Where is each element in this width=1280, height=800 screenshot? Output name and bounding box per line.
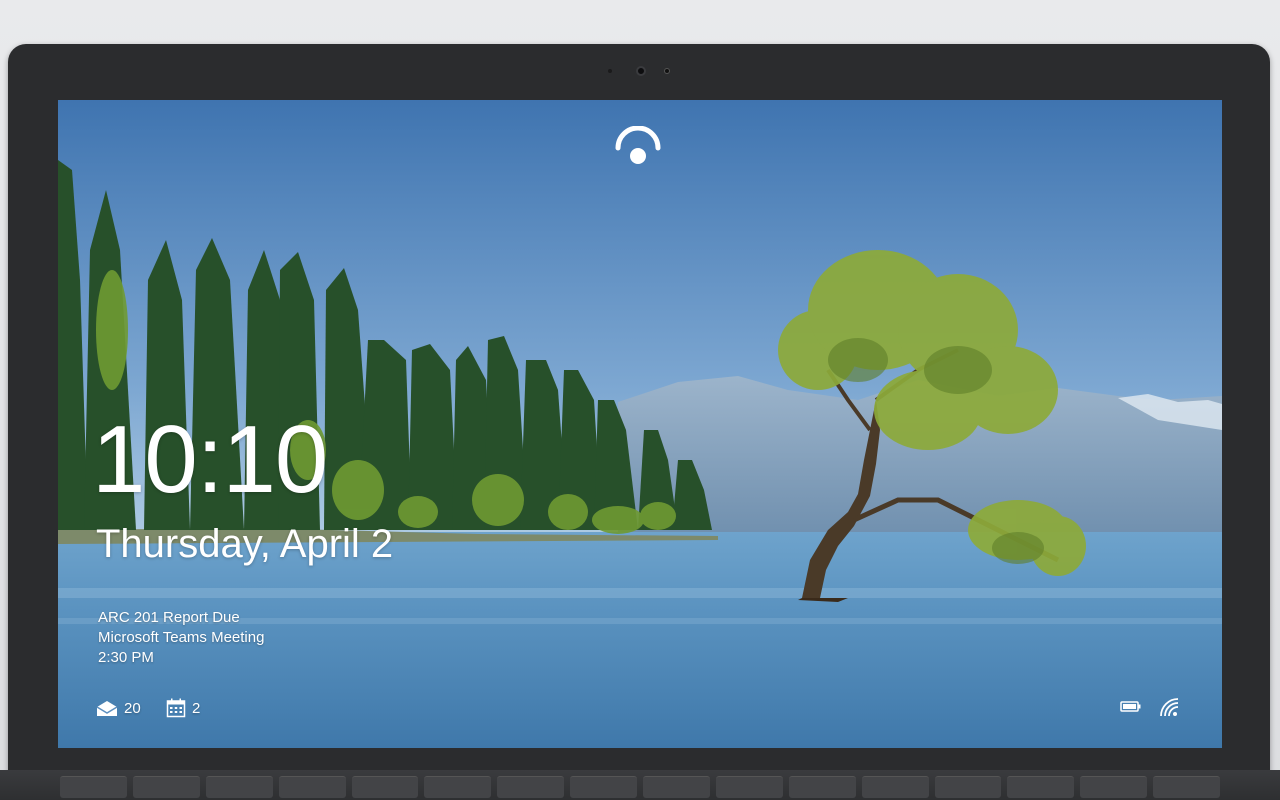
calendar-count: 2	[192, 699, 201, 717]
lock-screen[interactable]: 10:10 Thursday, April 2 ARC 201 Report D…	[58, 100, 1222, 748]
light-sensor	[608, 69, 612, 73]
webcam-bar	[600, 66, 690, 78]
calendar-icon	[166, 698, 186, 718]
event-time: 2:30 PM	[98, 649, 154, 666]
keyboard-strip	[0, 770, 1280, 800]
calendar-event: ARC 201 Report Due Microsoft Teams Meeti…	[98, 608, 264, 668]
event-title: ARC 201 Report Due	[98, 609, 240, 626]
function-key-row	[60, 776, 1220, 800]
mail-icon	[96, 701, 118, 716]
battery-icon[interactable]	[1120, 696, 1142, 716]
lock-screen-date: Thursday, April 2	[96, 522, 394, 566]
mail-count: 20	[124, 699, 141, 717]
ir-sensor	[664, 68, 670, 74]
event-location: Microsoft Teams Meeting	[98, 629, 265, 646]
calendar-notification: 2	[166, 696, 200, 720]
lock-screen-time: 10:10	[92, 406, 328, 513]
mail-notification: 20	[96, 696, 141, 720]
webcam-lens	[636, 66, 646, 76]
face-sign-in-icon[interactable]	[614, 126, 662, 168]
wifi-icon[interactable]	[1158, 696, 1182, 718]
